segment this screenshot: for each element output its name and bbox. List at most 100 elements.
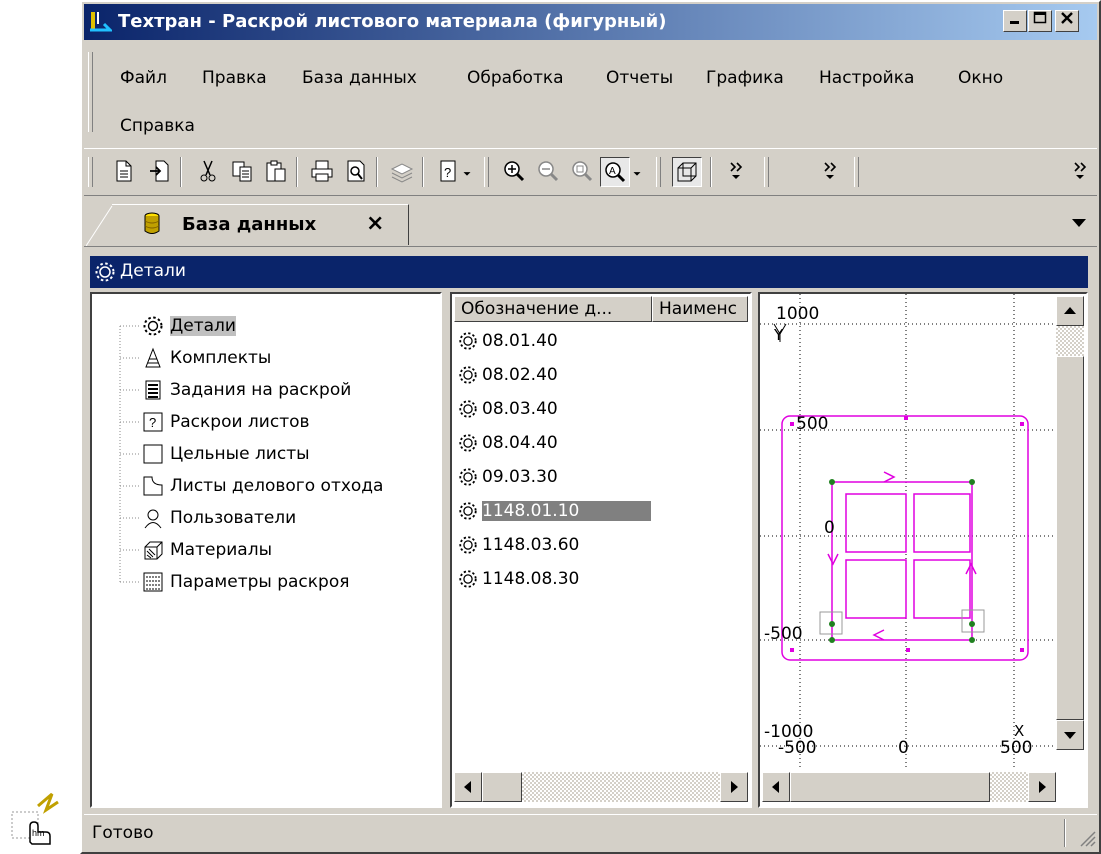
toolbar-overflow-2[interactable] [818,157,846,185]
menu-reports[interactable]: Отчеты [606,68,673,88]
menu-grip[interactable] [88,52,93,132]
dropdown-arrow-icon [633,172,641,176]
list-item[interactable]: 08.03.40 [454,394,746,424]
view-3d-button[interactable] [672,157,702,187]
zoom-all-button[interactable]: A [600,157,630,187]
column-header-designation[interactable]: Обозначение д... [454,296,652,322]
zoom-window-button[interactable] [568,157,596,185]
arrow-left-icon [772,781,779,793]
preview-vscroll-thumb[interactable] [1056,356,1084,720]
toolbar-grip[interactable] [656,157,661,187]
list-item[interactable]: 1148.03.60 [454,530,746,560]
list-item[interactable]: 08.01.40 [454,326,746,356]
list-item[interactable]: 08.02.40 [454,360,746,390]
toolbar-grip[interactable] [484,157,489,187]
zoom-out-button[interactable] [534,157,562,185]
menu-window[interactable]: Окно [958,68,1003,88]
list-scroll-right-button[interactable] [720,772,748,802]
layers-button[interactable] [388,157,416,185]
scissors-icon [200,160,216,182]
list-item[interactable]: 09.03.30 [454,462,746,492]
tab-list-dropdown-icon[interactable] [1070,216,1088,230]
tree-item-kits[interactable]: Комплекты [142,344,271,372]
toolbar-separator [376,157,378,187]
list-item-selected[interactable]: 1148.01.10 [454,496,746,526]
preview-scroll-up-button[interactable] [1056,296,1084,326]
tab-database[interactable]: База данных × [86,204,409,246]
list-scroll-left-button[interactable] [454,772,482,802]
list-item[interactable]: 08.04.40 [454,428,746,458]
menu-bar: Файл Правка База данных Обработка Отчеты… [84,42,1097,146]
desktop-app-icon[interactable]: hm [8,792,64,848]
app-icon [90,12,112,32]
list-scroll-thumb[interactable] [482,772,522,802]
minimize-button[interactable] [1003,10,1027,32]
preview-hscroll-thumb[interactable] [790,772,990,802]
tab-close-button[interactable]: × [366,211,384,236]
tree-item-offcut-sheets[interactable]: Листы делового отхода [142,472,383,500]
toolbar-grip[interactable] [854,157,859,187]
print-preview-button[interactable] [342,157,370,185]
help-dropdown-button[interactable] [460,157,474,185]
resize-grip-icon[interactable] [1078,829,1096,847]
material-icon [144,541,163,560]
sheet-icon [143,444,163,464]
paste-button[interactable] [262,157,290,185]
menu-processing[interactable]: Обработка [467,68,564,88]
zoom-in-button[interactable] [500,157,528,185]
tree-item-materials[interactable]: Материалы [142,536,272,564]
menu-edit[interactable]: Правка [202,68,267,88]
tab-edge [86,205,116,246]
preview-hscroll-track[interactable] [990,772,1028,802]
maximize-button[interactable] [1028,10,1052,32]
preview-scroll-left-button[interactable] [762,772,790,802]
preview-scroll-right-button[interactable] [1028,772,1056,802]
help-button[interactable]: ? [434,157,462,185]
arrow-right-icon [731,781,738,793]
column-header-name[interactable]: Наименс [652,296,748,322]
details-list-pane: Обозначение д... Наименс 08.01.40 08.02.… [450,292,752,808]
menu-graphics[interactable]: Графика [706,68,784,88]
new-document-button[interactable] [110,157,138,185]
tree-item-sheet-layouts[interactable]: ? Раскрои листов [142,408,310,436]
gear-icon [459,536,477,554]
svg-text:hm: hm [32,828,45,838]
copy-button[interactable] [228,157,256,185]
print-button[interactable] [308,157,336,185]
tree-item-cutting-tasks[interactable]: Задания на раскрой [142,376,351,404]
list-item-designation: 1148.01.10 [482,501,652,521]
layers-icon [390,163,414,183]
copy-icon [232,161,252,182]
menu-settings[interactable]: Настройка [819,68,914,88]
import-button[interactable] [146,157,174,185]
tree-item-details[interactable]: Детали [142,312,236,340]
tree-item-whole-sheets[interactable]: Цельные листы [142,440,310,468]
task-icon [145,380,161,400]
close-window-button[interactable] [1055,10,1079,32]
menu-database[interactable]: База данных [302,68,417,88]
toolbar-grip[interactable] [764,157,769,187]
list-scroll-track[interactable] [522,772,720,802]
preview-scroll-down-button[interactable] [1056,720,1084,750]
svg-text:A: A [609,166,616,177]
minimize-icon [1010,21,1019,24]
tree-item-cutting-params[interactable]: Параметры раскроя [142,568,349,596]
toolbar-overflow-1[interactable] [724,157,752,185]
toolbar-grip[interactable] [88,157,93,187]
x-label-minus-500: -500 [778,738,817,758]
zoom-dropdown-button[interactable] [630,157,644,185]
cut-button[interactable] [194,157,222,185]
preview-vscroll-track-top[interactable] [1056,326,1084,356]
list-item-designation: 08.01.40 [482,331,558,351]
tree-item-users[interactable]: Пользователи [142,504,296,532]
toolbar-separator [296,157,298,187]
toolbar-separator [710,157,712,187]
title-bar[interactable]: Техтран - Раскрой листового материала (ф… [84,4,1097,40]
menu-file[interactable]: Файл [120,68,167,88]
paste-icon [266,160,286,182]
list-item[interactable]: 1148.08.30 [454,564,746,594]
offcut-sheet-icon [143,476,163,496]
toolbar-overflow-3[interactable] [1068,157,1096,185]
menu-help[interactable]: Справка [120,116,195,136]
tree-item-label: Цельные листы [170,444,310,464]
